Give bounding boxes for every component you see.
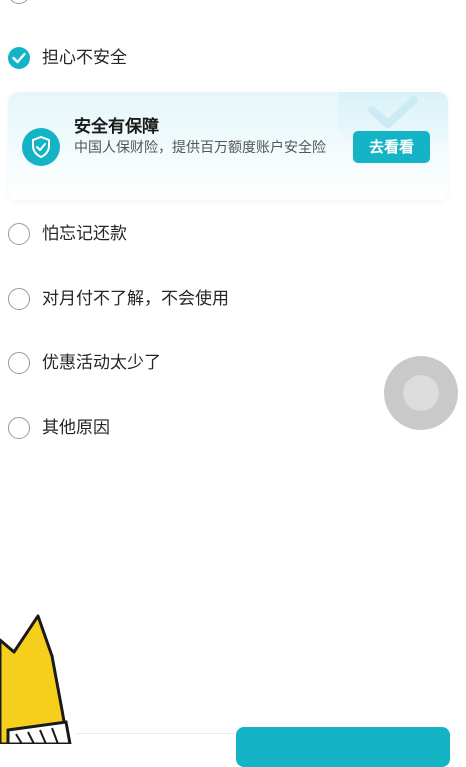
option-label: 优惠活动太少了	[42, 353, 161, 373]
check-watermark-icon	[368, 96, 418, 128]
option-label: 其他原因	[42, 418, 110, 438]
check-icon	[12, 52, 26, 64]
insurance-card: 安全有保障 中国人保财险，提供百万额度账户安全险 去看看	[8, 92, 448, 200]
shield-icon	[32, 136, 50, 158]
option-unsafe[interactable]: 担心不安全	[0, 38, 466, 78]
option-label: 担心不安全	[42, 48, 127, 68]
option-forget-repay[interactable]: 怕忘记还款	[0, 214, 466, 254]
shield-badge	[22, 128, 60, 166]
submit-button[interactable]	[236, 727, 450, 767]
option-partial-top[interactable]	[8, 0, 368, 8]
option-radio[interactable]	[8, 352, 30, 374]
floating-assistant-icon[interactable]	[384, 356, 458, 430]
card-description: 中国人保财险，提供百万额度账户安全险	[74, 140, 326, 156]
card-title: 安全有保障	[74, 117, 159, 137]
option-not-understand[interactable]: 对月付不了解，不会使用	[0, 279, 466, 319]
option-radio[interactable]	[8, 0, 30, 4]
option-radio[interactable]	[8, 288, 30, 310]
mascot-crown-icon	[0, 614, 72, 744]
option-radio[interactable]	[8, 223, 30, 245]
option-radio[interactable]	[8, 417, 30, 439]
option-label: 对月付不了解，不会使用	[42, 289, 229, 309]
option-radio-checked[interactable]	[8, 47, 30, 69]
view-insurance-button[interactable]: 去看看	[353, 131, 430, 163]
bottom-divider	[75, 733, 235, 734]
floating-assistant-inner	[403, 375, 439, 411]
option-label: 怕忘记还款	[42, 224, 127, 244]
